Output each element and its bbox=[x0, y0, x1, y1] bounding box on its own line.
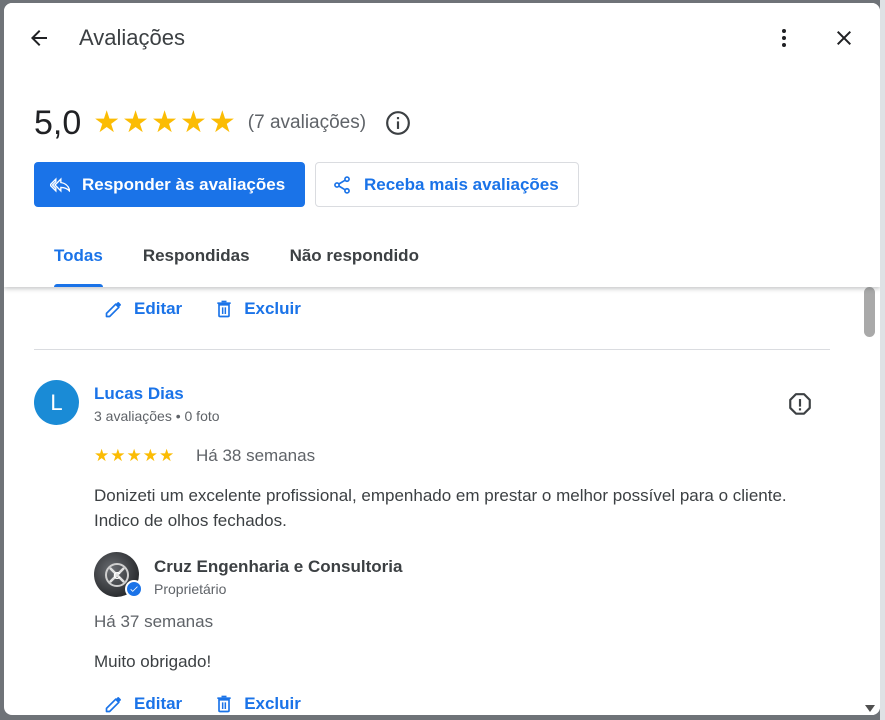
rating-stars: ★ ★ ★ ★ ★ bbox=[93, 108, 236, 138]
close-button[interactable] bbox=[824, 18, 864, 58]
star-icon: ★ bbox=[159, 446, 175, 465]
reviews-list[interactable]: Editar Excluir L Lucas Dias 3 avaliações… bbox=[4, 287, 880, 715]
dialog-header: Avaliações 5,0 ★ ★ ★ ★ ★ (7 avaliações) bbox=[4, 3, 880, 287]
reply-reviews-label: Responder às avaliações bbox=[82, 174, 286, 194]
delete-label: Excluir bbox=[244, 694, 301, 713]
star-icon: ★ bbox=[151, 106, 178, 139]
report-icon bbox=[789, 393, 811, 415]
pencil-icon bbox=[104, 299, 124, 319]
scrollbar-thumb[interactable] bbox=[864, 287, 875, 337]
rating-value: 5,0 bbox=[34, 103, 82, 142]
star-icon: ★ bbox=[110, 446, 126, 465]
star-icon: ★ bbox=[126, 446, 142, 465]
star-icon: ★ bbox=[122, 106, 150, 139]
verified-badge-icon bbox=[125, 580, 143, 598]
scroll-down-arrow-icon[interactable] bbox=[864, 703, 876, 713]
info-icon bbox=[386, 111, 410, 135]
review-stars: ★ ★ ★ ★ ★ bbox=[94, 447, 174, 465]
review-time: Há 38 semanas bbox=[196, 446, 316, 465]
edit-label: Editar bbox=[134, 694, 183, 713]
report-review-button[interactable] bbox=[782, 387, 818, 423]
dialog-title: Avaliações bbox=[79, 25, 185, 50]
get-more-reviews-label: Receba mais avaliações bbox=[364, 174, 559, 194]
review-text: Donizeti um excelente profissional, empe… bbox=[94, 486, 787, 530]
reply-time: Há 37 semanas bbox=[94, 612, 214, 631]
tab-all[interactable]: Todas bbox=[34, 236, 123, 287]
reviewer-avatar[interactable]: L bbox=[34, 380, 79, 425]
pencil-icon bbox=[104, 694, 124, 714]
arrow-back-icon bbox=[31, 30, 47, 46]
review-count: (7 avaliações) bbox=[247, 112, 367, 133]
rating-summary: 5,0 ★ ★ ★ ★ ★ (7 avaliações) bbox=[34, 103, 412, 143]
trash-icon bbox=[214, 694, 234, 714]
svg-text:C: C bbox=[113, 571, 120, 582]
background-strip bbox=[880, 0, 885, 720]
star-icon: ★ bbox=[179, 106, 207, 139]
more-options-button[interactable] bbox=[764, 18, 804, 58]
star-icon: ★ bbox=[142, 446, 158, 465]
reply-all-icon bbox=[50, 175, 70, 195]
reviewer-meta: 3 avaliações • 0 foto bbox=[94, 408, 220, 424]
close-icon bbox=[837, 31, 851, 45]
reply-reviews-button[interactable]: Responder às avaliações bbox=[34, 162, 305, 207]
back-button[interactable] bbox=[19, 18, 59, 58]
share-icon bbox=[332, 175, 352, 195]
tab-answered[interactable]: Respondidas bbox=[123, 236, 270, 287]
edit-button[interactable]: Editar bbox=[104, 299, 182, 319]
delete-reply-button[interactable]: Excluir bbox=[214, 694, 301, 714]
review-divider bbox=[34, 349, 830, 350]
scrollbar[interactable] bbox=[860, 287, 880, 715]
star-icon: ★ bbox=[208, 106, 236, 139]
reviewer-name[interactable]: Lucas Dias bbox=[94, 384, 184, 404]
reviews-dialog: Avaliações 5,0 ★ ★ ★ ★ ★ (7 avaliações) bbox=[4, 3, 880, 715]
edit-label: Editar bbox=[134, 299, 183, 318]
delete-button[interactable]: Excluir bbox=[214, 299, 301, 319]
edit-reply-button[interactable]: Editar bbox=[104, 694, 182, 714]
prev-review-actions: Editar Excluir bbox=[104, 299, 301, 319]
tab-unanswered[interactable]: Não respondido bbox=[270, 236, 439, 287]
reply-text: Muito obrigado! bbox=[94, 652, 212, 671]
delete-label: Excluir bbox=[244, 299, 301, 318]
owner-name: Cruz Engenharia e Consultoria bbox=[154, 557, 403, 576]
reply-actions: Editar Excluir bbox=[104, 694, 301, 714]
get-more-reviews-button[interactable]: Receba mais avaliações bbox=[315, 162, 579, 207]
owner-role: Proprietário bbox=[154, 581, 227, 597]
star-icon: ★ bbox=[94, 446, 110, 465]
trash-icon bbox=[214, 299, 234, 319]
more-vert-icon bbox=[782, 29, 786, 47]
review-tabs: Todas Respondidas Não respondido bbox=[34, 236, 439, 287]
info-button[interactable] bbox=[384, 109, 412, 137]
star-icon: ★ bbox=[93, 106, 121, 139]
